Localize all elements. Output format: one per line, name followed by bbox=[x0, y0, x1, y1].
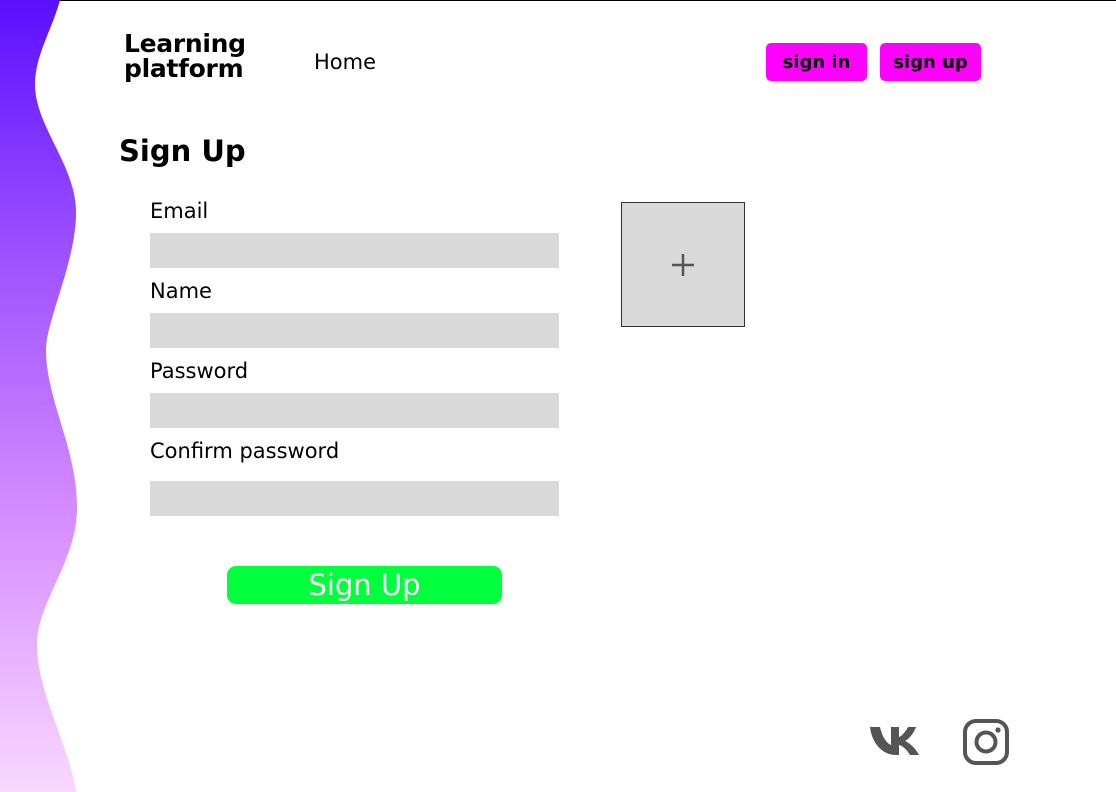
plus-icon bbox=[672, 253, 694, 276]
confirm-password-label: Confirm password bbox=[150, 439, 340, 463]
sign-in-button[interactable]: sign in bbox=[766, 43, 867, 81]
decorative-wave bbox=[0, 0, 78, 792]
instagram-link[interactable] bbox=[962, 718, 1010, 771]
vk-link[interactable] bbox=[868, 724, 924, 763]
logo-line-1: Learning bbox=[124, 29, 246, 58]
password-field[interactable] bbox=[150, 393, 559, 428]
vk-icon bbox=[870, 727, 919, 755]
email-field[interactable] bbox=[150, 233, 559, 268]
name-label: Name bbox=[150, 279, 212, 303]
confirm-password-field[interactable] bbox=[150, 481, 559, 516]
page-title: Sign Up bbox=[119, 134, 246, 168]
submit-signup-button[interactable]: Sign Up bbox=[227, 566, 502, 604]
name-field[interactable] bbox=[150, 313, 559, 348]
top-border bbox=[0, 0, 1116, 1]
site-logo[interactable]: Learning platform bbox=[124, 31, 246, 81]
nav-home-link[interactable]: Home bbox=[314, 50, 376, 74]
instagram-icon bbox=[963, 719, 1009, 765]
avatar-upload-button[interactable] bbox=[621, 202, 745, 327]
password-label: Password bbox=[150, 359, 249, 383]
email-label: Email bbox=[150, 199, 209, 223]
logo-line-2: platform bbox=[124, 54, 244, 83]
sign-up-button[interactable]: sign up bbox=[880, 43, 981, 81]
